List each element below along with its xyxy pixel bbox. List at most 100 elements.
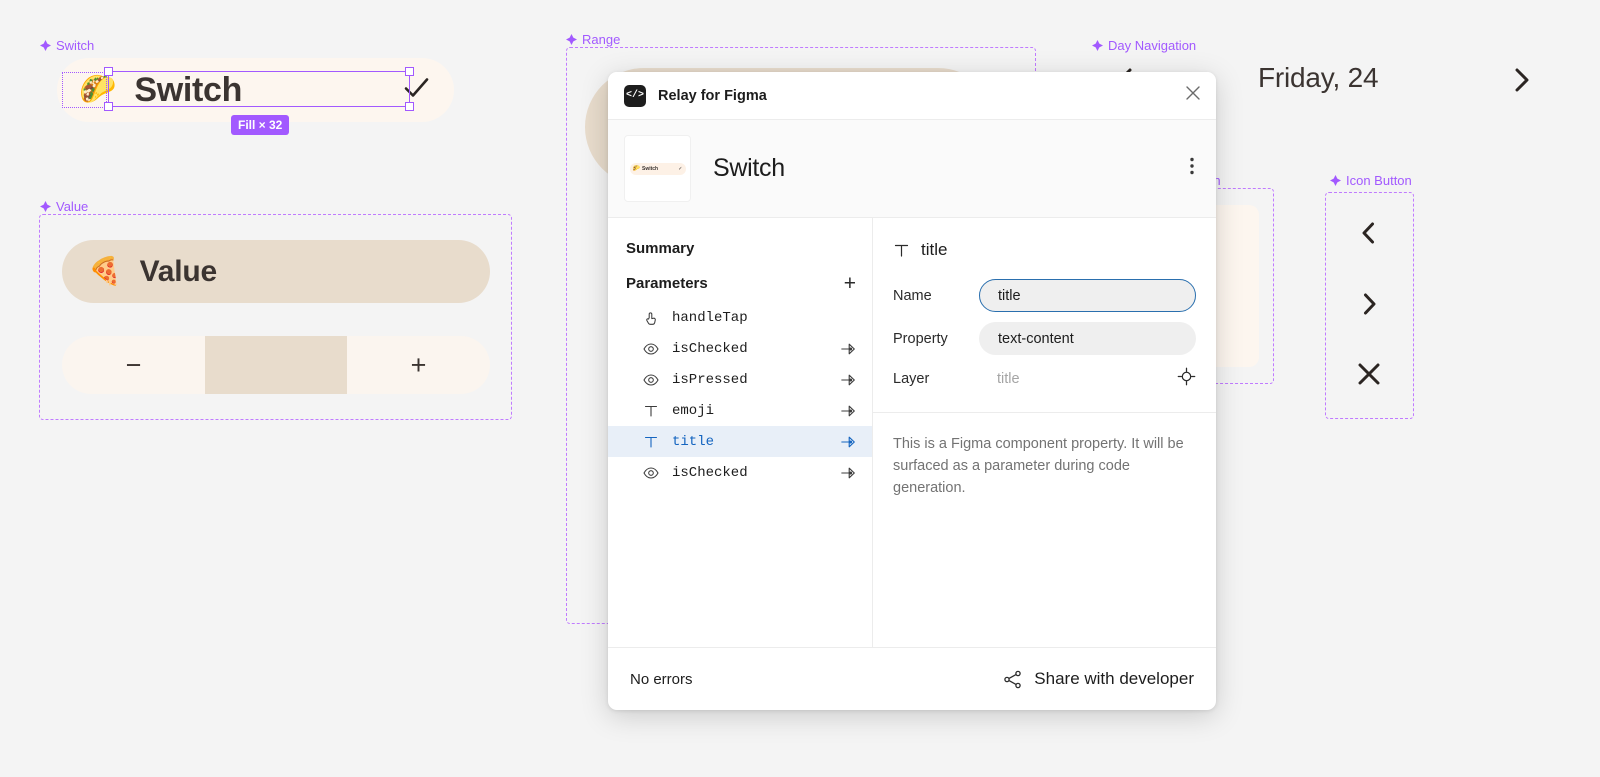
name-input[interactable]: title (979, 279, 1196, 312)
resize-handle-bl[interactable] (104, 102, 113, 111)
layer-input: title (997, 371, 1020, 387)
component-name: Switch (713, 154, 785, 182)
link-icon (841, 467, 855, 478)
parameter-link-icon[interactable] (840, 403, 856, 419)
component-diamond-icon (566, 34, 577, 45)
parameter-name: isChecked (672, 340, 748, 357)
title-selection-box[interactable] (104, 67, 414, 111)
eye-icon (643, 466, 659, 479)
component-diamond-icon (40, 40, 51, 51)
field-label-layer: Layer (893, 371, 930, 387)
parameter-name: isPressed (672, 371, 748, 388)
text-icon (642, 403, 660, 419)
eye-icon (642, 372, 660, 388)
parameter-row-isChecked[interactable]: isChecked (608, 333, 872, 364)
relay-dialog: </> Relay for Figma 🌮 Switch ✓ Switch Su… (608, 72, 1216, 710)
share-icon (1004, 670, 1022, 688)
parameter-row-handleTap[interactable]: handleTap (608, 302, 872, 333)
field-row-layer: Layer title (873, 360, 1216, 398)
sidebar-item-summary[interactable]: Summary (608, 232, 872, 265)
check-icon: ✓ (678, 165, 683, 172)
frame-label-text: Value (56, 199, 89, 214)
frame-label-text: Switch (56, 38, 95, 53)
close-icon (1358, 363, 1380, 385)
icon-button-next[interactable] (1352, 287, 1386, 321)
component-diamond-icon (40, 201, 51, 212)
close-icon (1186, 86, 1200, 100)
link-icon (841, 405, 855, 416)
field-row-property: Property text-content (873, 317, 1216, 360)
parameters-section-header: Parameters + (608, 265, 872, 302)
eye-icon (642, 341, 660, 357)
kebab-dots (1190, 157, 1194, 175)
parameter-name: emoji (672, 402, 715, 419)
value-stepper[interactable]: − + (62, 336, 490, 394)
field-label-name: Name (893, 287, 932, 304)
link-icon (841, 436, 855, 447)
parameter-link-icon[interactable] (840, 434, 856, 450)
parameter-name: title (672, 433, 715, 450)
emoji-selection-box (62, 72, 107, 108)
frame-label-text: Day Navigation (1108, 38, 1197, 53)
parameter-link-icon[interactable] (840, 341, 856, 357)
dialog-footer: No errors Share with developer (608, 647, 1216, 710)
resize-handle-br[interactable] (405, 102, 414, 111)
frame-label-range: Range (566, 32, 620, 47)
parameter-link-icon[interactable] (840, 465, 856, 481)
parameter-name: handleTap (672, 309, 748, 326)
parameter-row-title[interactable]: title (608, 426, 872, 457)
component-diamond-icon (1330, 175, 1341, 186)
dialog-titlebar: </> Relay for Figma (608, 72, 1216, 120)
share-with-developer-button[interactable]: Share with developer (1002, 669, 1194, 690)
property-input[interactable]: text-content (979, 322, 1196, 355)
resize-handle-tr[interactable] (405, 67, 414, 76)
more-vertical-icon[interactable] (1184, 151, 1200, 186)
parameter-detail-panel: title Name title Property text-content Layer… (873, 218, 1216, 647)
resize-handle-tl[interactable] (104, 67, 113, 76)
target-icon[interactable] (1169, 367, 1196, 391)
parameter-name: isChecked (672, 464, 748, 481)
chevron-left-icon (1362, 222, 1374, 244)
link-icon (841, 374, 855, 385)
text-icon (644, 405, 658, 417)
eye-icon (643, 373, 659, 386)
parameter-row-isPressed[interactable]: isPressed (608, 364, 872, 395)
dialog-component-header: 🌮 Switch ✓ Switch (608, 120, 1216, 218)
value-row[interactable]: 🍕 Value (62, 240, 490, 303)
stepper-increment-button[interactable]: + (347, 336, 490, 394)
parameters-sidebar: Summary Parameters + handleTap isChecked i… (608, 218, 873, 647)
chevron-right-icon (1515, 68, 1529, 92)
tap-icon (642, 310, 660, 326)
icon-button-prev[interactable] (1352, 216, 1386, 250)
parameters-label: Parameters (626, 275, 708, 292)
stepper-value-field[interactable] (205, 336, 347, 394)
target-icon (1177, 367, 1196, 386)
frame-label-text: Icon Button (1346, 173, 1412, 188)
day-nav-next-button[interactable] (1505, 64, 1537, 101)
detail-fields: Name title Property text-content Layer title (873, 274, 1216, 398)
value-title-text: Value (139, 254, 218, 288)
share-label: Share with developer (1034, 669, 1194, 688)
detail-heading-text: title (921, 240, 948, 259)
text-icon (644, 436, 658, 448)
parameter-link-icon[interactable] (840, 372, 856, 388)
chevron-right-icon (1364, 293, 1376, 315)
text-icon (642, 434, 660, 450)
parameters-list: handleTap isChecked isPressed emoji title isC… (608, 302, 872, 488)
relay-code-icon: </> (624, 84, 646, 107)
thumbnail-switch-preview: 🌮 Switch ✓ (629, 162, 686, 175)
parameter-row-emoji[interactable]: emoji (608, 395, 872, 426)
dialog-close-button[interactable] (1184, 84, 1202, 107)
dialog-title: Relay for Figma (658, 87, 767, 104)
eye-icon (643, 342, 659, 355)
icon-button-close[interactable] (1352, 357, 1386, 391)
day-nav-date-label: Friday, 24 (1258, 62, 1379, 93)
text-icon (894, 244, 909, 257)
frame-label-switch: Switch (40, 38, 94, 53)
parameter-row-isChecked[interactable]: isChecked (608, 457, 872, 488)
add-parameter-button[interactable]: + (844, 273, 856, 294)
fill-count-badge: Fill × 32 (231, 115, 290, 135)
thumbnail-label: Switch (641, 165, 659, 172)
stepper-decrement-button[interactable]: − (62, 336, 205, 394)
figma-canvas: Switch 🌮 Switch Fill × 32 Value 🍕 Value … (0, 0, 1600, 777)
